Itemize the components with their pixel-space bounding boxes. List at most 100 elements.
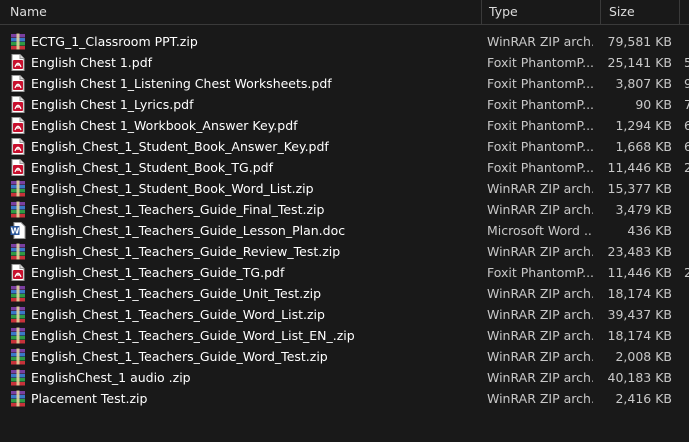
column-header-overflow[interactable]: [679, 0, 689, 24]
file-size: 25,141 KB: [607, 55, 672, 70]
winrar-archive-icon: [10, 201, 26, 218]
file-type: WinRAR ZIP arch...: [487, 307, 593, 322]
column-header-type[interactable]: Type: [481, 0, 600, 24]
column-header-size[interactable]: Size: [600, 0, 679, 24]
truncated-next-column: [684, 241, 689, 262]
word-document-icon: W: [10, 222, 26, 239]
truncated-next-column: [684, 199, 689, 220]
file-row[interactable]: Placement Test.zip WinRAR ZIP arch... 2,41…: [0, 388, 689, 409]
file-size: 39,437 KB: [607, 307, 672, 322]
file-name[interactable]: English_Chest_1_Teachers_Guide_Review_Te…: [31, 241, 479, 262]
file-name[interactable]: EnglishChest_1 audio .zip: [31, 367, 479, 388]
file-row[interactable]: English_Chest_1_Teachers_Guide_TG.pdf Fox…: [0, 262, 689, 283]
truncated-next-column: 2: [684, 265, 689, 280]
pdf-document-icon: [10, 75, 26, 92]
file-row[interactable]: ECTG_1_Classroom PPT.zip WinRAR ZIP arch.…: [0, 31, 689, 52]
file-name[interactable]: English_Chest_1_Student_Book_TG.pdf: [31, 157, 479, 178]
truncated-next-column: [684, 367, 689, 388]
file-name[interactable]: English_Chest_1_Teachers_Guide_TG.pdf: [31, 262, 479, 283]
file-list: ECTG_1_Classroom PPT.zip WinRAR ZIP arch.…: [0, 31, 689, 409]
file-size: 2,416 KB: [615, 391, 672, 406]
file-name[interactable]: English_Chest_1_Student_Book_Answer_Key.…: [31, 136, 479, 157]
column-header-name[interactable]: Name: [0, 0, 481, 24]
file-row[interactable]: English_Chest_1_Teachers_Guide_Word_Test…: [0, 346, 689, 367]
file-name[interactable]: English Chest 1.pdf: [31, 52, 479, 73]
file-row[interactable]: English_Chest_1_Student_Book_TG.pdf Foxit…: [0, 157, 689, 178]
truncated-next-column: [684, 346, 689, 367]
file-type: WinRAR ZIP arch...: [487, 370, 593, 385]
file-size: 11,446 KB: [607, 160, 672, 175]
file-row[interactable]: W English_Chest_1_Teachers_Guide_Lesson_P…: [0, 220, 689, 241]
file-name[interactable]: Placement Test.zip: [31, 388, 479, 409]
file-row[interactable]: English_Chest_1_Teachers_Guide_Word_List…: [0, 325, 689, 346]
winrar-archive-icon: [10, 285, 26, 302]
file-size: 11,446 KB: [607, 265, 672, 280]
file-name[interactable]: English_Chest_1_Teachers_Guide_Word_Test…: [31, 346, 479, 367]
truncated-next-column: 6: [684, 139, 689, 154]
file-type: WinRAR ZIP arch...: [487, 34, 593, 49]
winrar-archive-icon: [10, 306, 26, 323]
file-name[interactable]: English_Chest_1_Teachers_Guide_Word_List…: [31, 325, 479, 346]
file-type: Foxit PhantomP...: [487, 265, 593, 280]
truncated-next-column: 9: [684, 76, 689, 91]
file-type: Foxit PhantomP...: [487, 118, 593, 133]
file-row[interactable]: English_Chest_1_Teachers_Guide_Word_List…: [0, 304, 689, 325]
file-type: Foxit PhantomP...: [487, 76, 593, 91]
column-header-row: Name Type Size: [0, 0, 689, 25]
file-name[interactable]: English Chest 1_Lyrics.pdf: [31, 94, 479, 115]
file-row[interactable]: English Chest 1_Workbook_Answer Key.pdf F…: [0, 115, 689, 136]
file-row[interactable]: EnglishChest_1 audio .zip WinRAR ZIP arch…: [0, 367, 689, 388]
truncated-next-column: [684, 388, 689, 409]
truncated-next-column: [684, 304, 689, 325]
file-type: WinRAR ZIP arch...: [487, 181, 593, 196]
file-row[interactable]: English Chest 1_Listening Chest Workshee…: [0, 73, 689, 94]
file-size: 436 KB: [627, 223, 672, 238]
file-name[interactable]: English_Chest_1_Teachers_Guide_Lesson_Pl…: [31, 220, 479, 241]
winrar-archive-icon: [10, 33, 26, 50]
pdf-document-icon: [10, 264, 26, 281]
file-row[interactable]: English_Chest_1_Student_Book_Answer_Key.…: [0, 136, 689, 157]
file-type: WinRAR ZIP arch...: [487, 328, 593, 343]
winrar-archive-icon: [10, 180, 26, 197]
file-type: WinRAR ZIP arch...: [487, 349, 593, 364]
file-size: 1,668 KB: [615, 139, 672, 154]
file-row[interactable]: English_Chest_1_Teachers_Guide_Unit_Test…: [0, 283, 689, 304]
truncated-next-column: 2: [684, 160, 689, 175]
file-name[interactable]: English_Chest_1_Student_Book_Word_List.z…: [31, 178, 479, 199]
pdf-document-icon: [10, 54, 26, 71]
file-row[interactable]: English Chest 1_Lyrics.pdf Foxit PhantomP…: [0, 94, 689, 115]
truncated-next-column: [684, 31, 689, 52]
file-size: 1,294 KB: [615, 118, 672, 133]
file-type: Foxit PhantomP...: [487, 55, 593, 70]
file-row[interactable]: English_Chest_1_Teachers_Guide_Final_Tes…: [0, 199, 689, 220]
file-size: 15,377 KB: [607, 181, 672, 196]
file-name[interactable]: English_Chest_1_Teachers_Guide_Unit_Test…: [31, 283, 479, 304]
file-name[interactable]: English Chest 1_Workbook_Answer Key.pdf: [31, 115, 479, 136]
truncated-next-column: [684, 178, 689, 199]
file-row[interactable]: English_Chest_1_Teachers_Guide_Review_Te…: [0, 241, 689, 262]
file-name[interactable]: ECTG_1_Classroom PPT.zip: [31, 31, 479, 52]
winrar-archive-icon: [10, 327, 26, 344]
file-name[interactable]: English_Chest_1_Teachers_Guide_Final_Tes…: [31, 199, 479, 220]
winrar-archive-icon: [10, 348, 26, 365]
svg-text:W: W: [11, 227, 20, 236]
file-type: Foxit PhantomP...: [487, 139, 593, 154]
pdf-document-icon: [10, 159, 26, 176]
pdf-document-icon: [10, 117, 26, 134]
file-size: 18,174 KB: [607, 286, 672, 301]
winrar-archive-icon: [10, 390, 26, 407]
file-type: WinRAR ZIP arch...: [487, 244, 593, 259]
file-row[interactable]: English Chest 1.pdf Foxit PhantomP... 25,1…: [0, 52, 689, 73]
file-size: 40,183 KB: [607, 370, 672, 385]
file-size: 2,008 KB: [615, 349, 672, 364]
file-size: 3,479 KB: [615, 202, 672, 217]
truncated-next-column: 7: [684, 97, 689, 112]
file-size: 79,581 KB: [607, 34, 672, 49]
pdf-document-icon: [10, 138, 26, 155]
file-name[interactable]: English Chest 1_Listening Chest Workshee…: [31, 73, 479, 94]
file-row[interactable]: English_Chest_1_Student_Book_Word_List.z…: [0, 178, 689, 199]
winrar-archive-icon: [10, 243, 26, 260]
truncated-next-column: [684, 220, 689, 241]
file-size: 18,174 KB: [607, 328, 672, 343]
file-name[interactable]: English_Chest_1_Teachers_Guide_Word_List…: [31, 304, 479, 325]
